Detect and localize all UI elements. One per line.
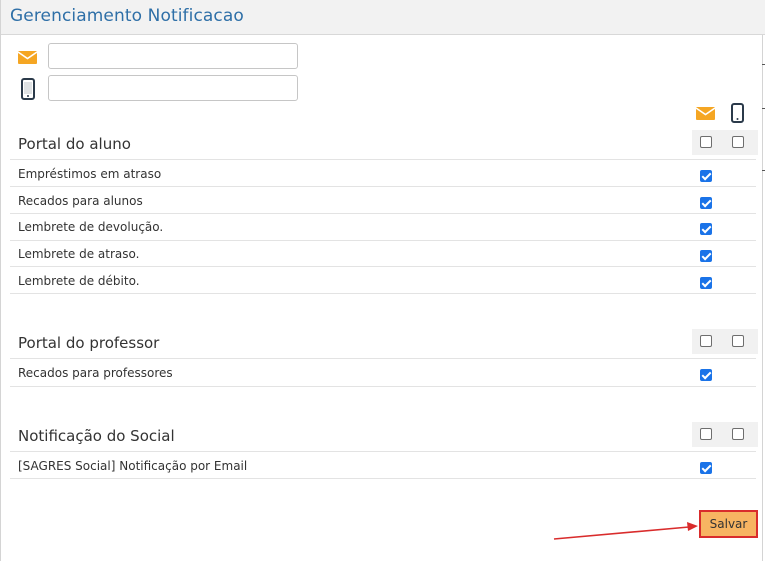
select-all-phone-checkbox[interactable] [732,335,744,347]
divider [10,478,756,479]
section-title: Portal do aluno [18,135,131,153]
email-checkbox[interactable] [700,250,712,262]
divider [10,266,756,267]
section-title: Notificação do Social [18,427,175,445]
email-checkbox[interactable] [700,170,712,182]
phone-input[interactable] [48,75,298,101]
divider [10,451,756,452]
envelope-icon [17,46,39,68]
divider [10,293,756,294]
item-label: Lembrete de débito. [18,274,140,288]
email-checkbox[interactable] [700,369,712,381]
email-checkbox[interactable] [700,197,712,209]
divider [10,159,756,160]
item-label: Lembrete de devolução. [18,220,164,234]
select-all-email-checkbox[interactable] [700,428,712,440]
item-label: Recados para professores [18,366,173,380]
email-checkbox[interactable] [700,462,712,474]
select-all-email-checkbox[interactable] [700,335,712,347]
email-checkbox[interactable] [700,223,712,235]
item-label: Lembrete de atraso. [18,247,140,261]
item-label: [SAGRES Social] Notificação por Email [18,459,248,473]
divider [10,186,756,187]
item-label: Recados para alunos [18,194,143,208]
email-column-icon [695,103,717,123]
title-bar: Gerenciamento Notificacao [1,0,765,35]
section-title: Portal do professor [18,334,160,352]
select-all-phone-checkbox[interactable] [732,428,744,440]
email-input[interactable] [48,43,298,69]
item-label: Empréstimos em atraso [18,167,162,181]
phone-column-icon [727,103,749,123]
page-title: Gerenciamento Notificacao [10,6,244,26]
divider [10,240,756,241]
email-checkbox[interactable] [700,277,712,289]
save-button[interactable]: Salvar [699,510,758,538]
divider [10,213,756,214]
select-all-phone-checkbox[interactable] [732,136,744,148]
divider [10,358,756,359]
mobile-phone-icon [17,78,39,100]
divider [10,386,756,387]
notification-panel: Gerenciamento Notificacao Portal do alun… [0,0,765,561]
select-all-email-checkbox[interactable] [700,136,712,148]
